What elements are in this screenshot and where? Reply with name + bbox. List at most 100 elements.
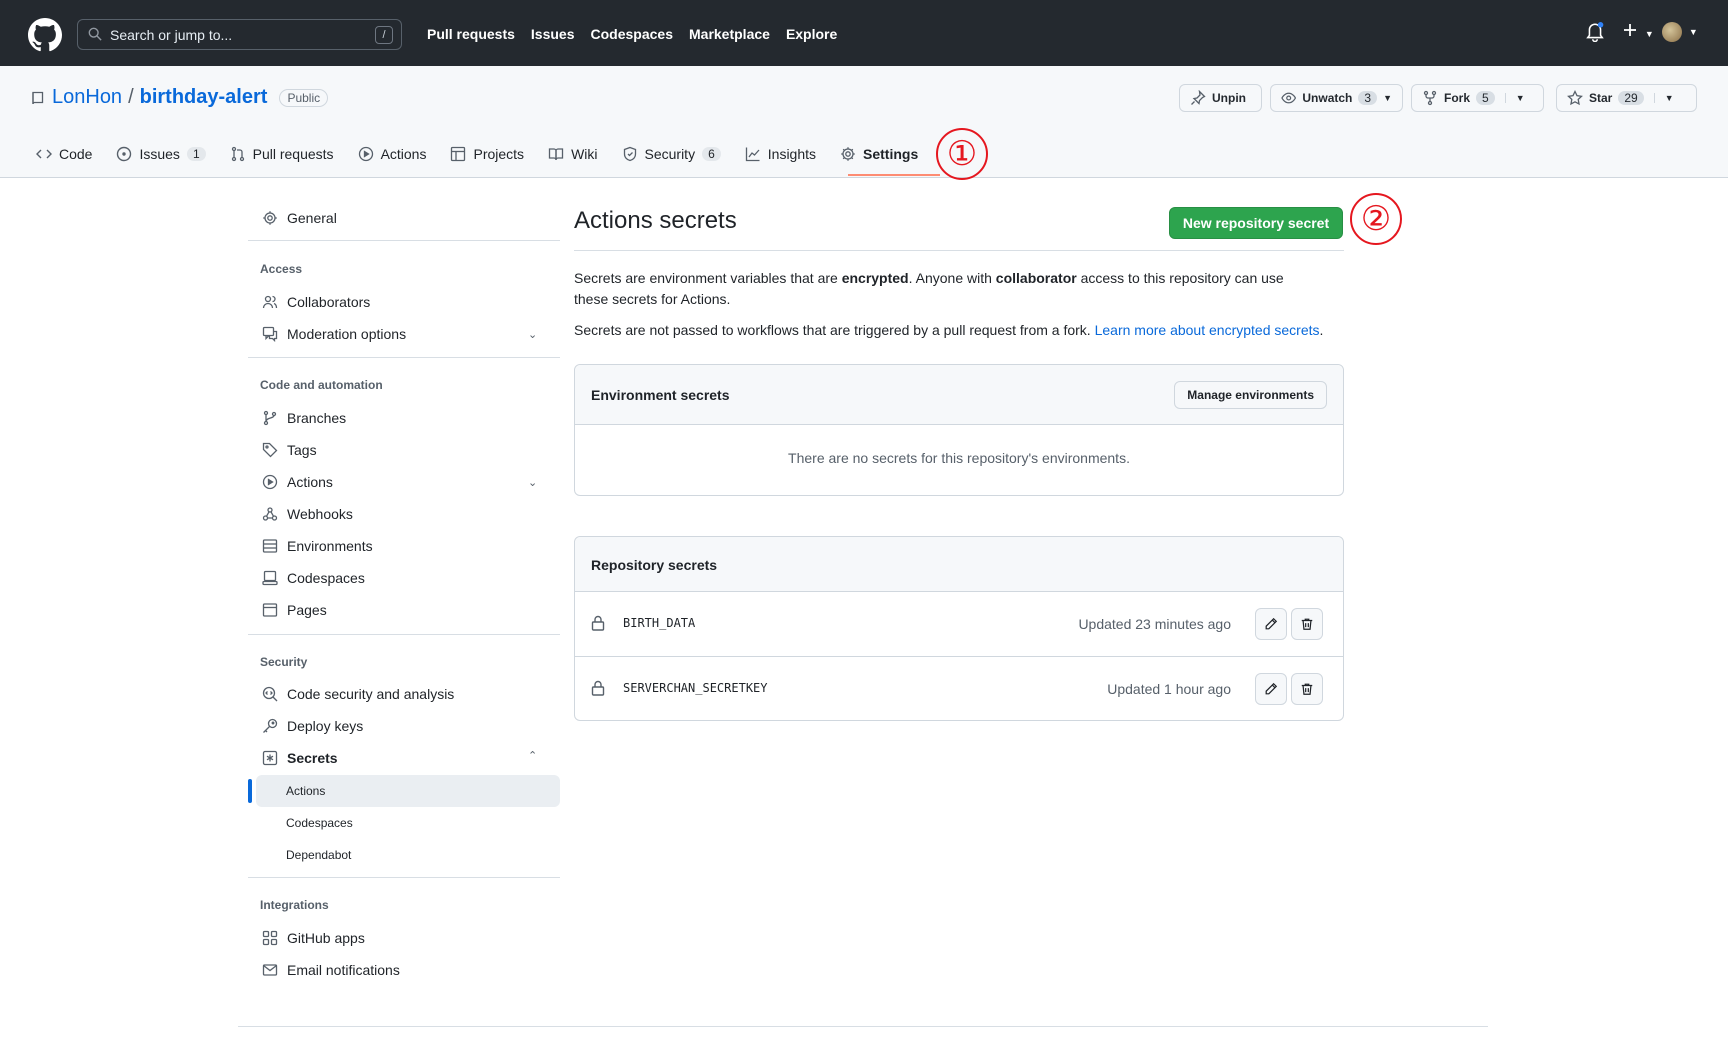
pull-request-icon [231, 146, 244, 162]
gear-icon [841, 147, 855, 161]
github-logo-icon[interactable] [28, 18, 62, 52]
sidebar-item-moderation[interactable]: Moderation options [262, 322, 406, 346]
search-icon [88, 27, 102, 41]
create-new-menu[interactable]: ▼ [1622, 22, 1654, 41]
tab-projects[interactable]: Projects [450, 142, 536, 166]
nav-pull-requests[interactable]: Pull requests [427, 26, 515, 42]
sidebar-item-label: Pages [287, 602, 327, 618]
sidebar-item-general[interactable]: General [262, 206, 337, 230]
sidebar-divider [248, 634, 560, 635]
chevron-down-icon[interactable]: ⌄ [528, 328, 537, 341]
sidebar-item-actions[interactable]: Actions [262, 470, 333, 494]
environment-secrets-header: Environment secrets Manage environments [575, 365, 1343, 425]
fork-dropdown-caret-icon[interactable]: ▼ [1504, 93, 1525, 103]
sidebar-item-label: Moderation options [287, 326, 407, 342]
sidebar-item-branches[interactable]: Branches [262, 406, 346, 430]
sidebar-item-label: Secrets [287, 750, 338, 766]
sidebar-subitem-secrets-codespaces[interactable]: Codespaces [286, 811, 353, 835]
notice-text: . [1319, 322, 1324, 338]
repo-owner-link[interactable]: LonHon [52, 86, 122, 109]
environment-secrets-empty-message: There are no secrets for this repository… [788, 450, 1130, 466]
unpin-button[interactable]: Unpin [1179, 84, 1262, 112]
nav-codespaces[interactable]: Codespaces [591, 26, 673, 42]
delete-secret-button[interactable] [1291, 673, 1323, 705]
sidebar-subitem-secrets-dependabot[interactable]: Dependabot [286, 843, 351, 867]
sidebar-item-environments[interactable]: Environments [262, 534, 373, 558]
new-repository-secret-button[interactable]: New repository secret [1169, 207, 1343, 239]
sidebar-item-codespaces[interactable]: Codespaces [262, 566, 365, 590]
graph-icon [745, 147, 760, 162]
tab-issues-count: 1 [186, 147, 206, 161]
sidebar-item-webhooks[interactable]: Webhooks [262, 502, 353, 526]
sidebar-item-collaborators[interactable]: Collaborators [262, 290, 370, 314]
pencil-icon [1265, 682, 1278, 695]
book-icon [548, 148, 564, 161]
play-icon [358, 146, 373, 162]
star-dropdown-caret-icon[interactable]: ▼ [1653, 93, 1674, 103]
sidebar-item-pages[interactable]: Pages [262, 598, 327, 622]
sidebar-item-label: Collaborators [287, 294, 371, 310]
star-button[interactable]: Star 29 ▼ [1556, 84, 1697, 112]
caret-down-icon: ▼ [1383, 93, 1392, 103]
tab-issues[interactable]: Issues 1 [116, 142, 217, 166]
fork-label: Fork [1444, 91, 1471, 105]
tab-projects-label: Projects [473, 146, 525, 162]
desc-emphasis-encrypted: encrypted [841, 270, 909, 286]
tab-insights[interactable]: Insights [745, 142, 828, 166]
sidebar-heading-integrations: Integrations [260, 898, 329, 912]
learn-more-link[interactable]: Learn more about encrypted secrets [1095, 322, 1320, 338]
tab-wiki[interactable]: Wiki [548, 142, 609, 166]
secret-updated-time: Updated 1 hour ago [1107, 681, 1231, 697]
unpin-label: Unpin [1212, 91, 1246, 105]
fork-icon [1423, 90, 1437, 106]
user-menu[interactable]: ▼ [1662, 22, 1698, 42]
edit-secret-button[interactable] [1255, 673, 1287, 705]
sidebar-item-label: Deploy keys [287, 718, 364, 734]
sidebar-active-indicator [248, 779, 252, 803]
nav-issues[interactable]: Issues [531, 26, 575, 42]
tab-settings[interactable]: Settings [840, 142, 930, 166]
sidebar-item-email-notifications[interactable]: Email notifications [262, 958, 400, 982]
sidebar-item-deploy-keys[interactable]: Deploy keys [262, 714, 363, 738]
tab-pull-requests-label: Pull requests [252, 146, 334, 162]
key-icon [263, 718, 278, 733]
repo-name-link[interactable]: birthday-alert [140, 86, 268, 109]
footer-divider [238, 1026, 1488, 1027]
lock-icon [591, 615, 605, 631]
desc-text: . Anyone with [908, 270, 996, 286]
secret-name: BIRTH_DATA [623, 616, 696, 630]
sidebar-item-code-security[interactable]: Code security and analysis [262, 682, 454, 706]
tab-actions[interactable]: Actions [358, 142, 439, 166]
plus-icon [1624, 24, 1636, 36]
pencil-icon [1265, 617, 1278, 630]
trash-icon [1301, 683, 1313, 695]
sidebar-item-label: GitHub apps [287, 930, 365, 946]
tab-insights-label: Insights [767, 146, 817, 162]
tab-wiki-label: Wiki [571, 146, 598, 162]
fork-button[interactable]: Fork 5 ▼ [1411, 84, 1544, 112]
sidebar-item-github-apps[interactable]: GitHub apps [262, 926, 365, 950]
chevron-down-icon[interactable]: ⌄ [528, 476, 537, 489]
tab-code[interactable]: Code [36, 142, 104, 166]
edit-secret-button[interactable] [1255, 608, 1287, 640]
sidebar-item-secrets[interactable]: Secrets [262, 746, 338, 770]
shield-icon [623, 146, 636, 162]
chevron-up-icon[interactable]: ⌃ [528, 749, 537, 762]
annotation-marker-1: ① [936, 128, 988, 180]
unwatch-button[interactable]: Unwatch 3 ▼ [1270, 84, 1403, 112]
sidebar-item-tags[interactable]: Tags [262, 438, 317, 462]
browser-icon [262, 603, 278, 617]
star-count: 29 [1618, 91, 1644, 105]
sidebar-subitem-secrets-actions[interactable]: Actions [286, 779, 325, 803]
nav-explore[interactable]: Explore [786, 26, 837, 42]
notifications-button[interactable] [1586, 22, 1604, 45]
nav-marketplace[interactable]: Marketplace [689, 26, 770, 42]
sidebar-divider [248, 877, 560, 878]
repo-header: LonHon / birthday-alert Public Unpin Unw… [0, 66, 1728, 178]
search-input[interactable]: Search or jump to... / [77, 19, 402, 50]
tab-pull-requests[interactable]: Pull requests [230, 142, 346, 166]
manage-environments-button[interactable]: Manage environments [1174, 381, 1327, 409]
tab-security[interactable]: Security 6 [622, 142, 733, 166]
delete-secret-button[interactable] [1291, 608, 1323, 640]
page-title: Actions secrets [574, 207, 737, 234]
